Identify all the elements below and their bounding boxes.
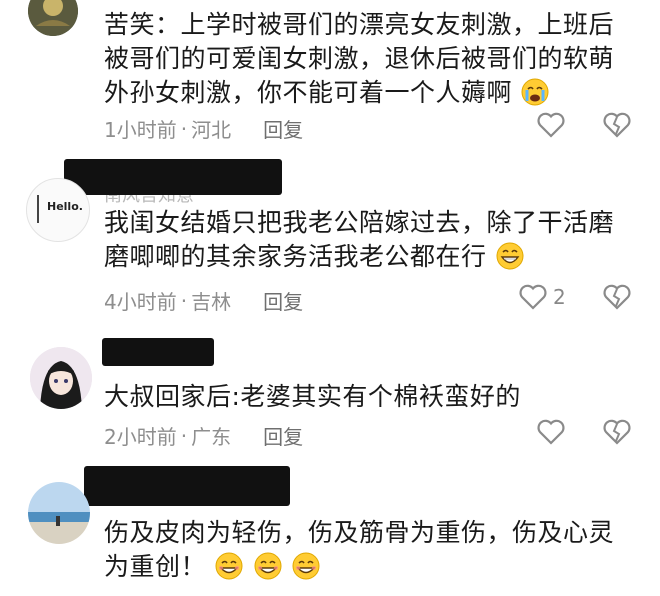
avatar[interactable]: [28, 0, 78, 36]
broken-heart-icon: [603, 419, 631, 445]
text-line: 苦笑：上学时被哥们的漂亮女友刺激，上班后: [104, 10, 615, 39]
comment-meta: 2小时前 · 广东 回复: [104, 421, 303, 450]
smiling-face-icon: [215, 552, 243, 580]
avatar[interactable]: Hello.: [26, 178, 90, 242]
text-line: 伤及皮肉为轻伤，伤及筋骨为重伤，伤及心灵: [104, 518, 615, 547]
reply-button[interactable]: 回复: [263, 286, 303, 315]
location: 广东: [191, 425, 232, 449]
comment-text: 我闺女结婚只把我老公陪嫁过去，除了干活磨 磨唧唧的其余家务活我老公都在行: [104, 206, 644, 274]
heart-outline-icon: [519, 284, 547, 310]
heart-outline-icon: [537, 419, 565, 445]
comment-text: 苦笑：上学时被哥们的漂亮女友刺激，上班后 被哥们的可爱闺女刺激，退休后被哥们的软…: [104, 8, 644, 110]
smiling-face-icon: [254, 552, 282, 580]
avatar-image-icon: [28, 0, 78, 36]
redaction-bar: [102, 338, 214, 366]
redaction-bar: [84, 466, 290, 506]
smiling-face-icon: [292, 552, 320, 580]
timestamp: 4小时前: [104, 290, 177, 314]
reply-button[interactable]: 回复: [263, 421, 303, 450]
text-line: 磨唧唧的其余家务活我老公都在行: [104, 240, 644, 274]
location: 吉林: [191, 290, 232, 314]
comment-1: 苦笑：上学时被哥们的漂亮女友刺激，上班后 被哥们的可爱闺女刺激，退休后被哥们的软…: [0, 0, 660, 155]
broken-heart-icon: [603, 112, 631, 138]
text-line: 为重创！: [104, 550, 644, 584]
grinning-face-icon: [496, 242, 524, 270]
like-button[interactable]: 2: [519, 284, 566, 310]
dislike-button[interactable]: [603, 419, 631, 445]
comment-4: 伤及皮肉为轻伤，伤及筋骨为重伤，伤及心灵 为重创！: [0, 460, 660, 596]
dislike-button[interactable]: [603, 112, 631, 138]
timestamp: 1小时前: [104, 118, 177, 142]
heart-outline-icon: [537, 112, 565, 138]
like-button[interactable]: [537, 419, 565, 445]
comment-meta: 1小时前 · 河北 回复: [104, 114, 303, 143]
crying-face-icon: [521, 78, 549, 106]
avatar[interactable]: [30, 347, 92, 409]
location: 河北: [191, 118, 232, 142]
text-line: 我闺女结婚只把我老公陪嫁过去，除了干活磨: [104, 208, 615, 237]
text-line: 外孙女刺激，你不能可着一个人薅啊: [104, 76, 644, 110]
avatar[interactable]: [28, 482, 90, 544]
like-button[interactable]: [537, 112, 565, 138]
comment-text: 大叔回家后:老婆其实有个棉袄蛮好的: [104, 380, 644, 414]
comment-2: 南风吾知意 Hello. 我闺女结婚只把我老公陪嫁过去，除了干活磨 磨唧唧的其余…: [0, 155, 660, 335]
comment-3: 西欣 大叔回家后:老婆其实有个棉袄蛮好的 2小时前 · 广东 回复: [0, 335, 660, 460]
timestamp: 2小时前: [104, 425, 177, 449]
comment-meta: 4小时前 · 吉林 回复: [104, 286, 303, 315]
reply-button[interactable]: 回复: [263, 114, 303, 143]
comment-text: 伤及皮肉为轻伤，伤及筋骨为重伤，伤及心灵 为重创！: [104, 516, 644, 584]
text-line: 被哥们的可爱闺女刺激，退休后被哥们的软萌: [104, 44, 615, 73]
dislike-button[interactable]: [603, 284, 631, 310]
redaction-bar: [64, 159, 282, 195]
like-count: 2: [553, 285, 566, 309]
avatar-text: Hello.: [47, 200, 83, 213]
text-line: 大叔回家后:老婆其实有个棉袄蛮好的: [104, 382, 521, 411]
anime-avatar-icon: [30, 347, 92, 409]
broken-heart-icon: [603, 284, 631, 310]
beach-avatar-icon: [28, 482, 90, 544]
avatar-lamp-icon: [37, 195, 45, 223]
